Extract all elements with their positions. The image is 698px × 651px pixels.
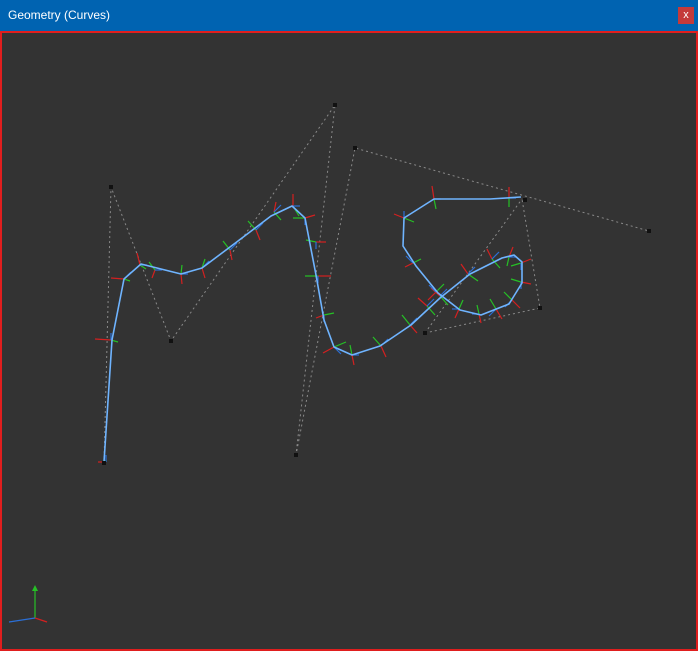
control-point: [294, 453, 298, 457]
geometry-curves-window: Geometry (Curves) x: [0, 0, 698, 651]
binormal-vector: [401, 314, 411, 326]
normal-vector: [417, 297, 428, 307]
binormal-vector: [333, 341, 347, 348]
normal-vector: [351, 354, 355, 366]
binormal-vector: [323, 312, 335, 316]
axis-z: [8, 617, 36, 623]
normal-vector: [304, 214, 316, 219]
binormal-vector: [503, 291, 513, 301]
binormal-vector: [458, 299, 464, 310]
control-point: [647, 229, 651, 233]
control-point: [423, 331, 427, 335]
normal-vector: [201, 267, 206, 279]
binormal-vector: [180, 264, 183, 275]
normal-vector: [151, 269, 156, 279]
control-point: [169, 339, 173, 343]
binormal-vector: [476, 304, 480, 315]
close-button[interactable]: x: [678, 7, 694, 24]
control-point: [109, 185, 113, 189]
curve-viewport[interactable]: [0, 31, 698, 651]
normal-vector: [393, 213, 405, 219]
binormal-vector: [489, 298, 497, 310]
normal-vector: [94, 338, 112, 341]
normal-vector: [110, 277, 125, 280]
normal-vector: [495, 308, 503, 320]
normal-vector: [431, 185, 435, 200]
normal-vector: [180, 273, 183, 285]
normal-vector: [486, 248, 493, 260]
normal-vector: [136, 252, 141, 266]
control-polygon-line: [103, 104, 650, 464]
control-polygon: [103, 104, 650, 464]
axis-y-arrow: [32, 585, 38, 591]
normal-vector: [454, 308, 460, 319]
control-point: [102, 461, 106, 465]
normal-vector: [511, 299, 521, 309]
normal-vector: [460, 263, 469, 275]
curve-canvas[interactable]: [2, 33, 696, 649]
normal-vector: [380, 345, 387, 358]
binormal-vector: [510, 262, 522, 267]
normal-vector: [322, 346, 335, 354]
control-points[interactable]: [102, 103, 651, 465]
tangent-vector: [491, 251, 500, 260]
axis-gizmo: [8, 585, 48, 623]
control-point: [538, 306, 542, 310]
window-title: Geometry (Curves): [8, 8, 111, 22]
binormal-vector: [403, 217, 415, 223]
normal-vector: [255, 229, 261, 241]
control-point: [523, 198, 527, 202]
title-bar[interactable]: Geometry (Curves) x: [0, 0, 698, 31]
normal-vector: [404, 262, 414, 268]
binormal-vector: [433, 198, 437, 210]
binormal-vector: [510, 278, 522, 283]
control-point: [333, 103, 337, 107]
normal-vector: [427, 291, 437, 301]
binormal-vector: [506, 256, 510, 267]
control-point: [353, 146, 357, 150]
normal-vector: [409, 324, 418, 334]
axis-x: [34, 617, 48, 623]
curve-line: [103, 196, 523, 463]
curves: [103, 196, 523, 463]
binormal-vector: [305, 239, 317, 243]
binormal-vector: [123, 278, 131, 282]
binormal-vector: [372, 336, 382, 347]
